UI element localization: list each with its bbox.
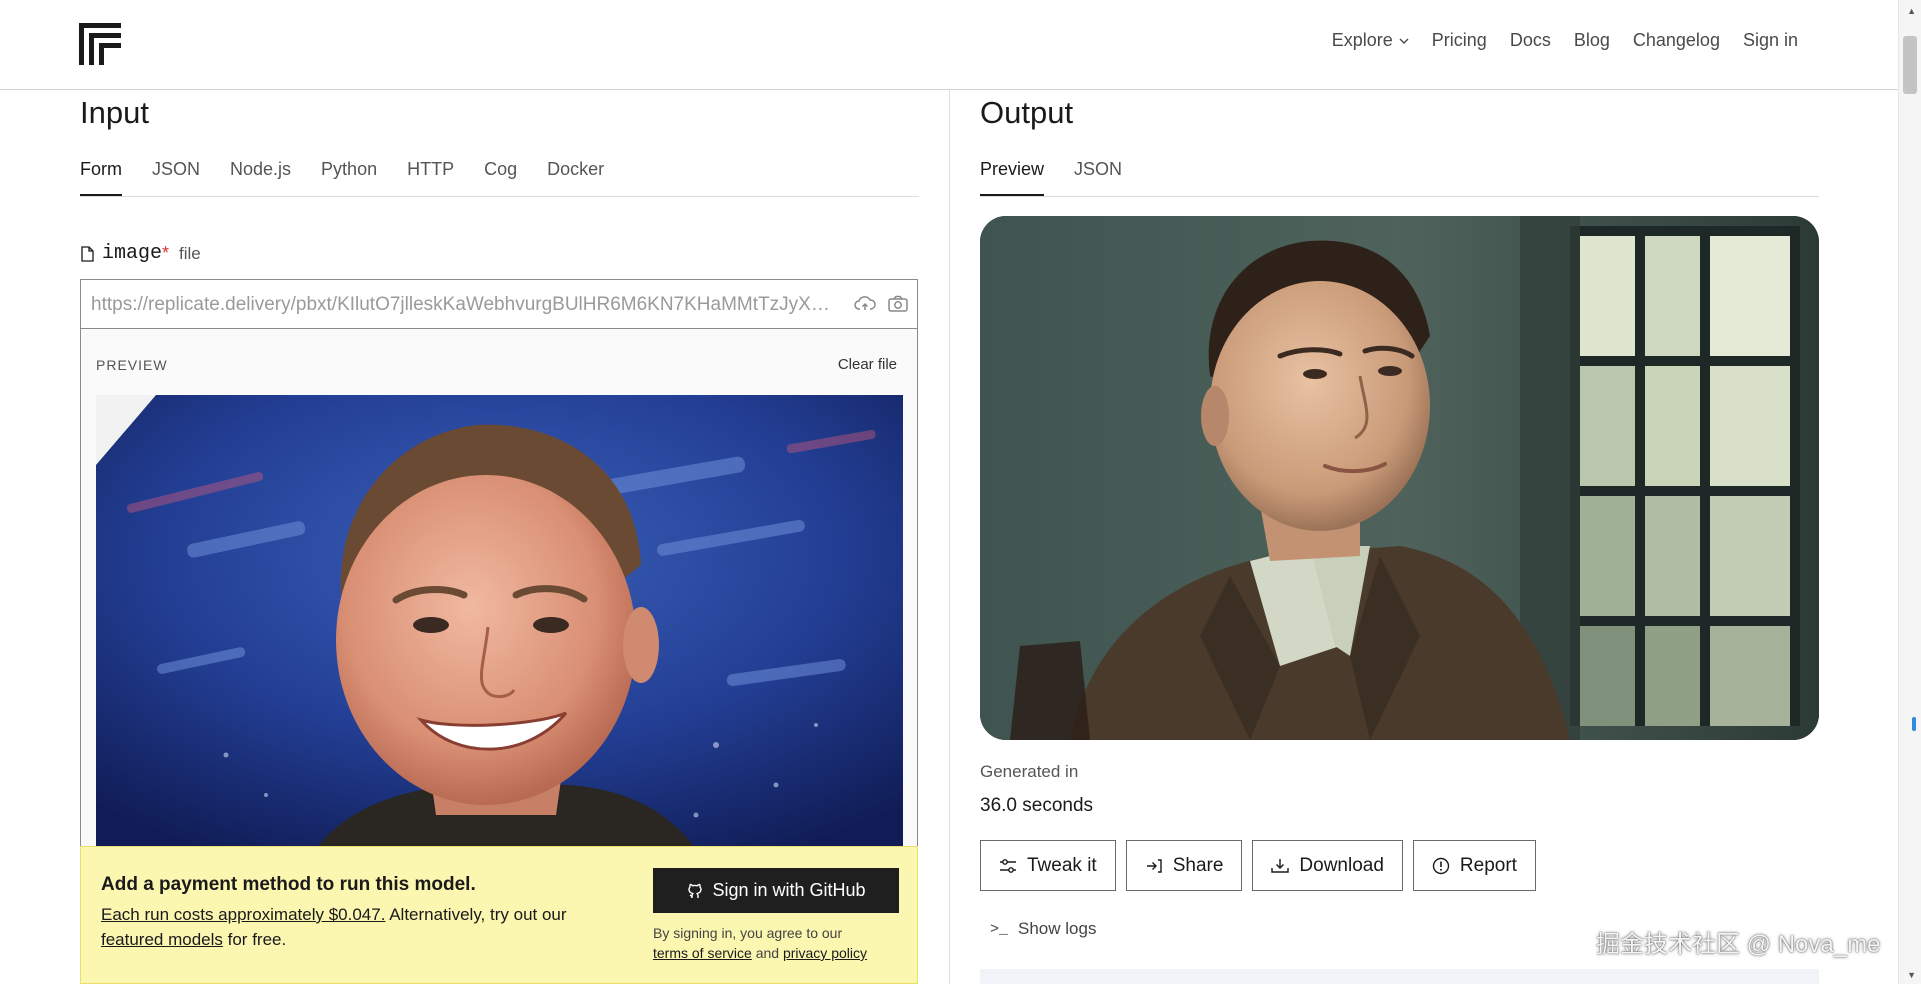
camera-icon[interactable] — [887, 294, 909, 314]
scroll-position-marker — [1912, 717, 1916, 731]
tab-form[interactable]: Form — [80, 159, 122, 197]
nav-pricing[interactable]: Pricing — [1432, 30, 1487, 51]
field-type: file — [179, 243, 201, 263]
privacy-policy-link[interactable]: privacy policy — [783, 945, 867, 961]
generated-time: 36.0 seconds — [980, 795, 1094, 816]
free-text: for free. — [222, 930, 287, 949]
sign-in-github-button[interactable]: Sign in with GitHub — [653, 868, 899, 913]
github-button-label: Sign in with GitHub — [712, 880, 866, 900]
payment-banner: Add a payment method to run this model. … — [80, 846, 918, 984]
generated-label: Generated in — [980, 762, 1079, 781]
download-label: Download — [1299, 854, 1384, 876]
show-logs-toggle[interactable]: >_ Show logs — [990, 919, 1096, 939]
download-icon — [1271, 858, 1290, 873]
input-heading: Input — [80, 95, 149, 130]
featured-models-link[interactable]: featured models — [101, 930, 223, 949]
tab-http[interactable]: HTTP — [407, 159, 454, 197]
nav-docs[interactable]: Docs — [1510, 30, 1551, 51]
scrollbar-thumb[interactable] — [1903, 36, 1917, 94]
output-heading: Output — [980, 95, 1074, 130]
terminal-icon: >_ — [990, 920, 1009, 938]
tab-cog[interactable]: Cog — [484, 159, 517, 197]
and-text: and — [751, 945, 783, 961]
cost-link[interactable]: Each run costs approximately $0.047. — [101, 905, 385, 924]
field-name: image — [102, 242, 163, 265]
input-tabs-divider — [80, 196, 919, 197]
top-navigation-bar: Explore Pricing Docs Blog Changelog Sign… — [0, 0, 1899, 90]
nav-changelog[interactable]: Changelog — [1633, 30, 1720, 51]
share-label: Share — [1172, 854, 1224, 876]
terms-prefix: By signing in, you agree to our — [653, 925, 843, 941]
input-image-preview — [96, 395, 903, 849]
watermark-text: 掘金技术社区 @ Nova_me — [1596, 931, 1881, 958]
column-divider — [949, 90, 950, 984]
tweak-it-label: Tweak it — [1027, 854, 1097, 876]
tweak-it-button[interactable]: Tweak it — [980, 840, 1116, 891]
chevron-down-icon — [1399, 38, 1409, 44]
image-url-value[interactable]: https://replicate.delivery/pbxt/KIlutO7j… — [91, 294, 836, 316]
banner-title: Add a payment method to run this model. — [101, 874, 476, 895]
tab-python[interactable]: Python — [321, 159, 377, 197]
preview-label: PREVIEW — [96, 357, 168, 373]
terms-of-service-link[interactable]: terms of service — [653, 945, 752, 961]
alert-circle-icon — [1432, 857, 1450, 874]
share-icon — [1146, 858, 1162, 873]
cloud-upload-icon[interactable] — [854, 294, 876, 314]
main-nav: Explore Pricing Docs Blog Changelog Sign… — [1309, 30, 1798, 51]
nav-explore[interactable]: Explore — [1332, 30, 1409, 51]
output-tabs-divider — [980, 196, 1819, 197]
tab-nodejs[interactable]: Node.js — [230, 159, 291, 197]
share-button[interactable]: Share — [1125, 840, 1243, 891]
nav-blog[interactable]: Blog — [1574, 30, 1610, 51]
scroll-down-arrow-icon[interactable]: ▼ — [1907, 970, 1916, 980]
download-button[interactable]: Download — [1252, 840, 1403, 891]
tab-docker[interactable]: Docker — [547, 159, 604, 197]
input-preview-panel: PREVIEW Clear file — [80, 329, 918, 849]
github-icon — [688, 883, 703, 898]
show-logs-label: Show logs — [1018, 919, 1097, 938]
banner-body: Each run costs approximately $0.047. Alt… — [101, 902, 621, 952]
tab-output-json[interactable]: JSON — [1074, 159, 1122, 197]
output-tabs: Preview JSON — [980, 159, 1152, 197]
scroll-up-arrow-icon[interactable]: ▲ — [1907, 6, 1916, 16]
alternative-text: Alternatively, try out our — [385, 905, 567, 924]
nav-explore-label: Explore — [1331, 30, 1393, 50]
terms-notice: By signing in, you agree to our terms of… — [653, 923, 913, 963]
tab-json[interactable]: JSON — [152, 159, 200, 197]
nav-sign-in[interactable]: Sign in — [1743, 30, 1798, 51]
output-image[interactable] — [980, 216, 1819, 740]
image-field-label: image * file — [81, 242, 201, 265]
image-url-input[interactable]: https://replicate.delivery/pbxt/KIlutO7j… — [80, 279, 918, 329]
clear-file-button[interactable]: Clear file — [838, 356, 897, 373]
tab-preview[interactable]: Preview — [980, 159, 1045, 197]
required-mark: * — [162, 243, 170, 263]
replicate-logo[interactable] — [79, 23, 121, 65]
sliders-icon — [1000, 858, 1016, 873]
file-icon — [81, 245, 94, 262]
report-button[interactable]: Report — [1412, 840, 1536, 891]
output-actions: Tweak it Share Download Report — [980, 840, 1546, 891]
logs-panel-edge — [980, 969, 1819, 984]
input-tabs: Form JSON Node.js Python HTTP Cog Docker — [80, 159, 634, 197]
page-scrollbar[interactable]: ▲ ▼ — [1898, 0, 1921, 984]
report-label: Report — [1459, 854, 1517, 876]
